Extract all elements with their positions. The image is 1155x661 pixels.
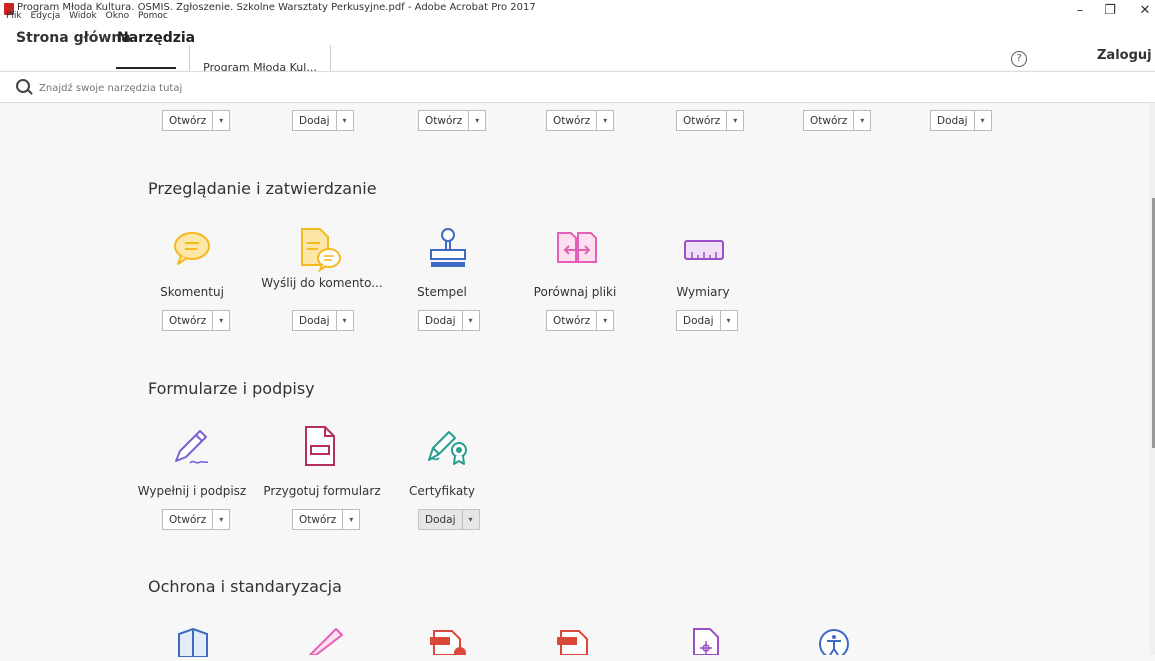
chevron-down-icon: ▾: [212, 111, 229, 130]
tool-label-certificates[interactable]: Certyfikaty: [367, 484, 517, 498]
top-row-dropdown[interactable]: Dodaj ▾: [930, 110, 992, 131]
chevron-down-icon: ▾: [726, 111, 743, 130]
section-title-review: Przeglądanie i zatwierdzanie: [148, 179, 377, 198]
top-row-dropdown[interactable]: Dodaj ▾: [292, 110, 354, 131]
chevron-down-icon: ▾: [596, 111, 613, 130]
chevron-down-icon: ▾: [461, 510, 479, 529]
pdf-standards-icon[interactable]: [428, 627, 472, 659]
active-tab-indicator: [116, 67, 176, 69]
measure-action-dropdown[interactable]: Dodaj ▾: [676, 310, 738, 331]
protect-icon[interactable]: [176, 627, 210, 661]
scrollbar[interactable]: [1150, 103, 1155, 655]
top-row-dropdown[interactable]: Otwórz ▾: [546, 110, 615, 131]
stamp-action-dropdown[interactable]: Dodaj ▾: [418, 310, 480, 331]
compare-files-icon[interactable]: [555, 230, 599, 270]
menu-edycja[interactable]: Edycja: [31, 11, 61, 21]
certificates-icon[interactable]: [425, 424, 471, 472]
chevron-down-icon: ▾: [335, 311, 353, 330]
chevron-down-icon: ▾: [342, 510, 359, 529]
login-button[interactable]: Zaloguj si: [1097, 48, 1155, 63]
maximize-button[interactable]: ❐: [1090, 0, 1130, 22]
comment-action-dropdown[interactable]: Otwórz ▾: [162, 310, 231, 331]
menu-widok[interactable]: Widok: [69, 11, 97, 21]
stamp-icon[interactable]: [428, 226, 468, 276]
search-icon: [16, 79, 30, 93]
close-button[interactable]: ✕: [1125, 0, 1155, 22]
top-row-dropdown[interactable]: Otwórz ▾: [162, 110, 231, 131]
menu-pomoc[interactable]: Pomoc: [138, 11, 168, 21]
send-for-comments-action-dropdown[interactable]: Dodaj ▾: [292, 310, 354, 331]
chevron-down-icon: ▾: [335, 111, 353, 130]
chevron-down-icon: ▾: [461, 311, 479, 330]
title-bar: Program Młoda Kultura. OSMIS. Zgłoszenie…: [0, 0, 1155, 22]
menu-plik[interactable]: Plik: [6, 11, 22, 21]
top-row-dropdown[interactable]: Otwórz ▾: [418, 110, 487, 131]
section-title-protect: Ochrona i standaryzacja: [148, 577, 342, 596]
chevron-down-icon: ▾: [596, 311, 613, 330]
chevron-down-icon: ▾: [212, 311, 229, 330]
tool-search-input[interactable]: [37, 78, 341, 98]
measure-icon[interactable]: [683, 238, 725, 266]
chevron-down-icon: ▾: [853, 111, 870, 130]
menu-okno[interactable]: Okno: [106, 11, 130, 21]
top-row-dropdown[interactable]: Otwórz ▾: [676, 110, 745, 131]
section-title-forms: Formularze i podpisy: [148, 379, 315, 398]
comment-icon[interactable]: [172, 228, 212, 272]
optimize-pdf-icon[interactable]: [555, 627, 595, 659]
prepare-form-icon[interactable]: [303, 424, 339, 472]
menu-bar: Plik Edycja Widok Okno Pomoc: [6, 11, 174, 21]
tab-tools[interactable]: Narzędzia: [117, 24, 195, 52]
tool-label-measure[interactable]: Wymiary: [628, 285, 778, 299]
help-icon[interactable]: ?: [1011, 51, 1027, 67]
send-for-comments-icon[interactable]: [298, 225, 344, 277]
tool-label-stamp[interactable]: Stempel: [367, 285, 517, 299]
redact-icon[interactable]: [302, 625, 346, 659]
fill-sign-icon[interactable]: [170, 425, 212, 473]
chevron-down-icon: ▾: [719, 311, 737, 330]
prepare-form-action-dropdown[interactable]: Otwórz ▾: [292, 509, 361, 530]
tool-search-bar: [0, 71, 1155, 103]
tab-home[interactable]: Strona główna: [16, 24, 131, 52]
chevron-down-icon: ▾: [973, 111, 991, 130]
compare-files-action-dropdown[interactable]: Otwórz ▾: [546, 310, 615, 331]
tab-bar: Strona główna Narzędzia Program Młoda Ku…: [0, 22, 1155, 92]
top-row-dropdown[interactable]: Otwórz ▾: [803, 110, 872, 131]
tool-label-fill-sign[interactable]: Wypełnij i podpisz: [117, 484, 267, 498]
print-production-icon[interactable]: [690, 627, 724, 659]
certificates-action-dropdown[interactable]: Dodaj ▾: [418, 509, 480, 530]
fill-sign-action-dropdown[interactable]: Otwórz ▾: [162, 509, 231, 530]
chevron-down-icon: ▾: [468, 111, 485, 130]
tool-label-comment[interactable]: Skomentuj: [117, 285, 267, 299]
chevron-down-icon: ▾: [212, 510, 229, 529]
